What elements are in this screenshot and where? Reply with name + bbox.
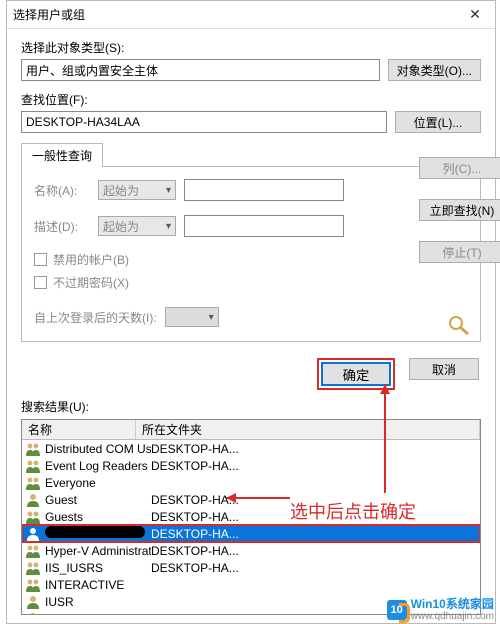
cell-folder: DESKTOP-HA...	[151, 459, 477, 473]
no-expire-checkbox[interactable]	[34, 276, 47, 289]
object-types-button[interactable]: 对象类型(O)...	[388, 59, 481, 81]
close-icon[interactable]: ✕	[461, 1, 489, 29]
table-row[interactable]: Distributed COM Us...DESKTOP-HA...	[22, 440, 480, 457]
redacted-name	[45, 526, 145, 538]
group-icon	[25, 578, 41, 592]
locations-button[interactable]: 位置(L)...	[395, 111, 481, 133]
location-field[interactable]	[21, 111, 387, 133]
query-tabs: 一般性查询 名称(A): 起始为 ▾ 描述(D): 起始为 ▾	[21, 143, 481, 342]
dialog-select-users-groups: 选择用户或组 ✕ 选择此对象类型(S): 对象类型(O)... 查找位置(F):…	[6, 0, 496, 624]
tab-pane: 名称(A): 起始为 ▾ 描述(D): 起始为 ▾	[21, 166, 481, 342]
stop-button[interactable]: 停止(T)	[419, 241, 500, 263]
name-input[interactable]	[184, 179, 344, 201]
desc-input[interactable]	[184, 215, 344, 237]
col-folder[interactable]: 所在文件夹	[136, 420, 480, 439]
days-dropdown[interactable]: ▾	[165, 307, 219, 327]
name-label: 名称(A):	[34, 182, 90, 199]
user-icon	[25, 612, 41, 616]
group-icon	[25, 561, 41, 575]
cell-name: Guests	[45, 510, 151, 524]
ok-button[interactable]: 确定	[321, 362, 391, 386]
table-row[interactable]: IUSR	[22, 593, 480, 610]
name-op-dropdown[interactable]: 起始为 ▾	[98, 180, 176, 200]
group-icon	[25, 442, 41, 456]
search-icon[interactable]	[446, 314, 474, 339]
disabled-accounts-label: 禁用的帐户(B)	[53, 251, 129, 268]
cell-folder: DESKTOP-HA...	[151, 493, 477, 507]
group-icon	[25, 476, 41, 490]
table-row[interactable]: Everyone	[22, 474, 480, 491]
cell-name: Hyper-V Administrat...	[45, 544, 151, 558]
object-type-label: 选择此对象类型(S):	[21, 39, 481, 56]
table-row[interactable]: INTERACTIVE	[22, 576, 480, 593]
cell-name: IIS_IUSRS	[45, 561, 151, 575]
days-since-login-label: 自上次登录后的天数(I):	[34, 309, 157, 326]
table-row[interactable]: IIS_IUSRSDESKTOP-HA...	[22, 559, 480, 576]
dialog-ok-cancel: 确定 取消	[7, 348, 495, 398]
cell-name: Distributed COM Us...	[45, 442, 151, 456]
user-icon	[25, 527, 41, 541]
location-label: 查找位置(F):	[21, 91, 481, 108]
find-now-button[interactable]: 立即查找(N)	[419, 199, 500, 221]
results-label: 搜索结果(U):	[7, 398, 495, 419]
cell-folder: DESKTOP-HA...	[151, 510, 477, 524]
cell-name	[45, 526, 151, 541]
grid-header: 名称 所在文件夹	[22, 420, 480, 440]
titlebar: 选择用户或组 ✕	[7, 1, 495, 29]
results-grid[interactable]: 名称 所在文件夹 Distributed COM Us...DESKTOP-HA…	[21, 419, 481, 615]
annotation-highlight-ok: 确定	[317, 358, 395, 390]
cell-folder: DESKTOP-HA...	[151, 442, 477, 456]
desc-label: 描述(D):	[34, 218, 90, 235]
cell-name: Guest	[45, 493, 151, 507]
user-icon	[25, 595, 41, 609]
cancel-button[interactable]: 取消	[409, 358, 479, 380]
group-icon	[25, 459, 41, 473]
cell-name: LOCAL SERVICE	[45, 612, 151, 616]
table-row[interactable]: GuestsDESKTOP-HA...	[22, 508, 480, 525]
col-name[interactable]: 名称	[22, 420, 136, 439]
user-icon	[25, 493, 41, 507]
tab-general-query[interactable]: 一般性查询	[21, 143, 103, 167]
columns-button[interactable]: 列(C)...	[419, 157, 500, 179]
cell-name: Event Log Readers	[45, 459, 151, 473]
group-icon	[25, 510, 41, 524]
window-title: 选择用户或组	[13, 6, 461, 23]
cell-name: Everyone	[45, 476, 151, 490]
group-icon	[25, 544, 41, 558]
cell-name: IUSR	[45, 595, 151, 609]
no-expire-label: 不过期密码(X)	[53, 274, 129, 291]
chevron-down-icon: ▾	[166, 185, 171, 196]
object-type-field[interactable]	[21, 59, 380, 81]
side-button-stack: 列(C)... 立即查找(N) 停止(T)	[419, 157, 500, 263]
table-row[interactable]: Event Log ReadersDESKTOP-HA...	[22, 457, 480, 474]
cell-folder: DESKTOP-HA...	[151, 527, 477, 541]
table-row[interactable]: LOCAL SERVICE	[22, 610, 480, 615]
cell-folder: DESKTOP-HA...	[151, 544, 477, 558]
grid-body: Distributed COM Us...DESKTOP-HA...Event …	[22, 440, 480, 615]
cell-folder: DESKTOP-HA...	[151, 561, 477, 575]
table-row[interactable]: Hyper-V Administrat...DESKTOP-HA...	[22, 542, 480, 559]
cell-name: INTERACTIVE	[45, 578, 151, 592]
disabled-accounts-checkbox[interactable]	[34, 253, 47, 266]
table-row[interactable]: DESKTOP-HA...	[22, 525, 480, 542]
chevron-down-icon: ▾	[209, 312, 214, 323]
chevron-down-icon: ▾	[166, 221, 171, 232]
table-row[interactable]: GuestDESKTOP-HA...	[22, 491, 480, 508]
desc-op-dropdown[interactable]: 起始为 ▾	[98, 216, 176, 236]
